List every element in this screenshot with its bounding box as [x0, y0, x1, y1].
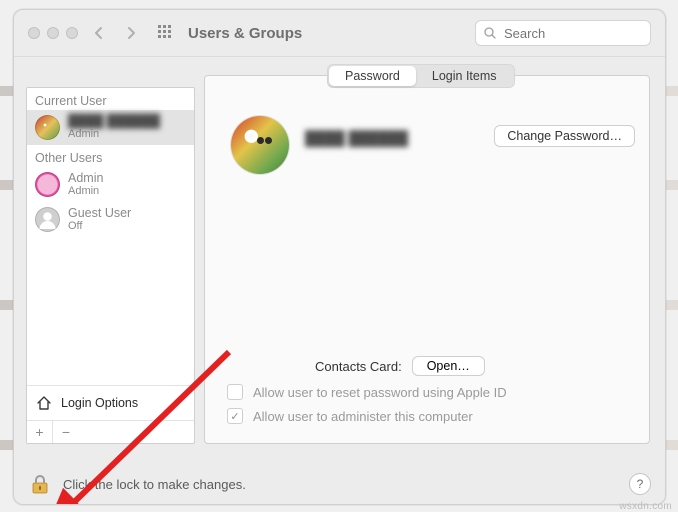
tab-control: Password Login Items — [327, 64, 515, 88]
help-button[interactable]: ? — [629, 473, 651, 495]
change-password-button[interactable]: Change Password… — [494, 125, 635, 147]
search-field[interactable] — [475, 20, 651, 46]
sidebar-user-guest[interactable]: Guest User Off — [27, 202, 194, 237]
traffic-close[interactable] — [28, 27, 40, 39]
sidebar-user-admin[interactable]: Admin Admin — [27, 167, 194, 202]
window-title: Users & Groups — [188, 25, 302, 42]
lock-button[interactable] — [29, 473, 51, 495]
lock-text: Click the lock to make changes. — [63, 477, 246, 492]
user-sidebar: Current User ████ ██████ Admin Other Use… — [26, 87, 195, 444]
lock-icon — [29, 473, 51, 495]
attribution-text: wsxdn.com — [619, 501, 672, 512]
user-role: Admin — [68, 128, 160, 141]
sidebar-current-user[interactable]: ████ ██████ Admin — [27, 110, 194, 145]
checkbox-reset-label: Allow user to reset password using Apple… — [253, 385, 507, 400]
panel-user-name: ████ ██████ — [305, 130, 408, 146]
user-name: Guest User — [68, 206, 131, 220]
checkbox-reset-password[interactable] — [227, 384, 243, 400]
section-current-user: Current User — [27, 88, 194, 110]
search-input[interactable] — [502, 25, 642, 42]
user-role: Off — [68, 220, 131, 233]
checkbox-admin-label: Allow user to administer this computer — [253, 409, 473, 424]
section-other-users: Other Users — [27, 145, 194, 167]
avatar-icon — [35, 172, 60, 197]
contacts-open-button[interactable]: Open… — [412, 356, 485, 376]
user-role: Admin — [68, 185, 103, 198]
user-name: ████ ██████ — [68, 114, 160, 128]
remove-user-button[interactable]: − — [53, 421, 79, 443]
prefs-window: Users & Groups Current User ████ ██████ … — [13, 9, 666, 505]
tab-login-items[interactable]: Login Items — [416, 66, 513, 86]
back-button[interactable] — [88, 22, 110, 44]
detail-panel: Password Login Items ████ ██████ Change … — [204, 75, 650, 444]
user-picture[interactable] — [231, 116, 289, 174]
show-all-icon[interactable] — [158, 25, 174, 41]
avatar-icon — [35, 115, 60, 140]
home-icon — [35, 394, 53, 412]
traffic-lights — [28, 27, 78, 39]
toolbar: Users & Groups — [14, 10, 665, 57]
login-options[interactable]: Login Options — [27, 386, 194, 420]
traffic-min[interactable] — [47, 27, 59, 39]
avatar-icon — [35, 207, 60, 232]
checkbox-admin[interactable]: ✓ — [227, 408, 243, 424]
search-icon — [484, 27, 496, 39]
contacts-card-label: Contacts Card: — [315, 359, 402, 374]
checkmark-icon: ✓ — [230, 410, 239, 423]
add-user-button[interactable]: + — [27, 421, 53, 443]
tab-password[interactable]: Password — [329, 66, 416, 86]
traffic-zoom[interactable] — [66, 27, 78, 39]
forward-button[interactable] — [120, 22, 142, 44]
user-name: Admin — [68, 171, 103, 185]
login-options-label: Login Options — [61, 396, 138, 410]
